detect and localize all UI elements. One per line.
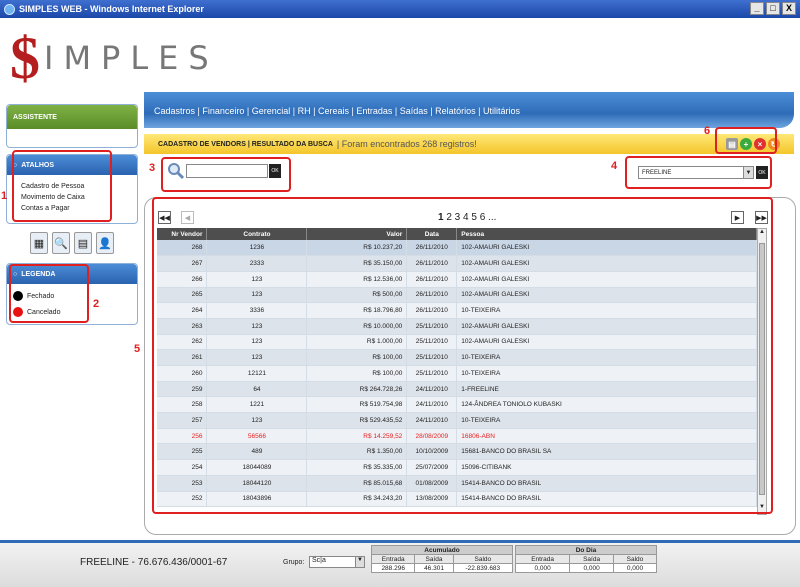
annotation-5: 5 (134, 343, 141, 355)
annotation-1: 1 (1, 190, 8, 202)
window-controls: _ □ X (750, 2, 796, 15)
highlight-actions (715, 127, 777, 154)
annotation-6: 6 (704, 125, 711, 137)
close-button[interactable]: X (782, 2, 796, 15)
company-name: FREELINE - 76.676.436/0001-67 (80, 557, 228, 568)
calculator-icon[interactable]: ▦ (30, 232, 48, 254)
dodia-summary: Do Dia Entrada Saída Saldo 0,000 0,000 0… (514, 545, 658, 573)
app-logo: $ IMPLES (10, 28, 219, 88)
menu-item-6[interactable]: Saídas (400, 106, 428, 116)
menu-item-8[interactable]: Utilitários (483, 106, 520, 116)
acumulado-saida-value: 46.301 (414, 563, 454, 573)
menu-separator: | (475, 106, 483, 116)
menu-item-2[interactable]: Gerencial (252, 106, 291, 116)
menu-separator: | (427, 106, 436, 116)
search-icon[interactable]: 🔍 (52, 232, 70, 254)
acumulado-title: Acumulado (371, 545, 513, 555)
banner-message: | Foram encontrados 268 registros! (336, 139, 477, 149)
banner-title: CADASTRO DE VENDORS | RESULTADO DA BUSCA (158, 140, 333, 148)
highlight-legenda (9, 264, 89, 323)
dodia-saida-value: 0,000 (569, 563, 614, 573)
highlight-filter (625, 156, 772, 189)
result-banner: CADASTRO DE VENDORS | RESULTADO DA BUSCA… (144, 134, 794, 154)
dodia-saldo-label: Saldo (612, 554, 658, 564)
acumulado-entrada-value: 288.296 (370, 563, 416, 573)
menu-separator: | (244, 106, 252, 116)
window-title: SIMPLES WEB - Windows Internet Explorer (19, 4, 204, 14)
chevron-down-icon[interactable]: ▼ (355, 557, 364, 567)
menu-item-0[interactable]: Cadastros (154, 106, 195, 116)
grupo-label: Grupo: (283, 559, 305, 566)
dodia-entrada-value: 0,000 (514, 563, 571, 573)
sidebar-toolbar: ▦ 🔍 ▤ 👤 (30, 232, 114, 254)
annotation-3: 3 (149, 162, 156, 174)
menu-item-3[interactable]: RH (298, 106, 311, 116)
logo-text: IMPLES (44, 39, 219, 77)
acumulado-saida-label: Saída (414, 554, 454, 564)
highlight-table (152, 197, 773, 514)
menu-separator: | (310, 106, 318, 116)
menu-item-4[interactable]: Cereais (318, 106, 349, 116)
main-menu: Cadastros | Financeiro | Gerencial | RH … (144, 92, 794, 128)
assistente-panel: ASSISTENTE (6, 104, 138, 148)
acumulado-saldo-value: -22.839.683 (452, 563, 514, 573)
menu-separator: | (392, 106, 400, 116)
grupo-value: Sc|a (312, 557, 326, 564)
maximize-button[interactable]: □ (766, 2, 780, 15)
dodia-saida-label: Saída (569, 554, 614, 564)
highlight-search (161, 157, 291, 192)
highlight-atalhos (12, 150, 112, 222)
ie-icon (4, 3, 15, 15)
menu-item-7[interactable]: Relatórios (435, 106, 476, 116)
acumulado-entrada-label: Entrada (370, 554, 416, 564)
logo-symbol: $ (10, 25, 40, 91)
dodia-saldo-value: 0,000 (612, 563, 658, 573)
annotation-4: 4 (611, 160, 618, 172)
annotation-2: 2 (93, 298, 100, 310)
menu-separator: | (290, 106, 298, 116)
calendar-icon[interactable]: ▤ (74, 232, 92, 254)
acumulado-saldo-label: Saldo (452, 554, 514, 564)
menu-item-5[interactable]: Entradas (356, 106, 392, 116)
window-titlebar: SIMPLES WEB - Windows Internet Explorer … (0, 0, 800, 18)
user-icon[interactable]: 👤 (96, 232, 114, 254)
grupo-select[interactable]: Sc|a ▼ (309, 556, 365, 568)
dodia-title: Do Dia (515, 545, 657, 555)
minimize-button[interactable]: _ (750, 2, 764, 15)
dodia-entrada-label: Entrada (514, 554, 571, 564)
menu-item-1[interactable]: Financeiro (202, 106, 244, 116)
acumulado-summary: Acumulado Entrada Saída Saldo 288.296 46… (370, 545, 514, 573)
assistente-header[interactable]: ASSISTENTE (7, 105, 137, 129)
